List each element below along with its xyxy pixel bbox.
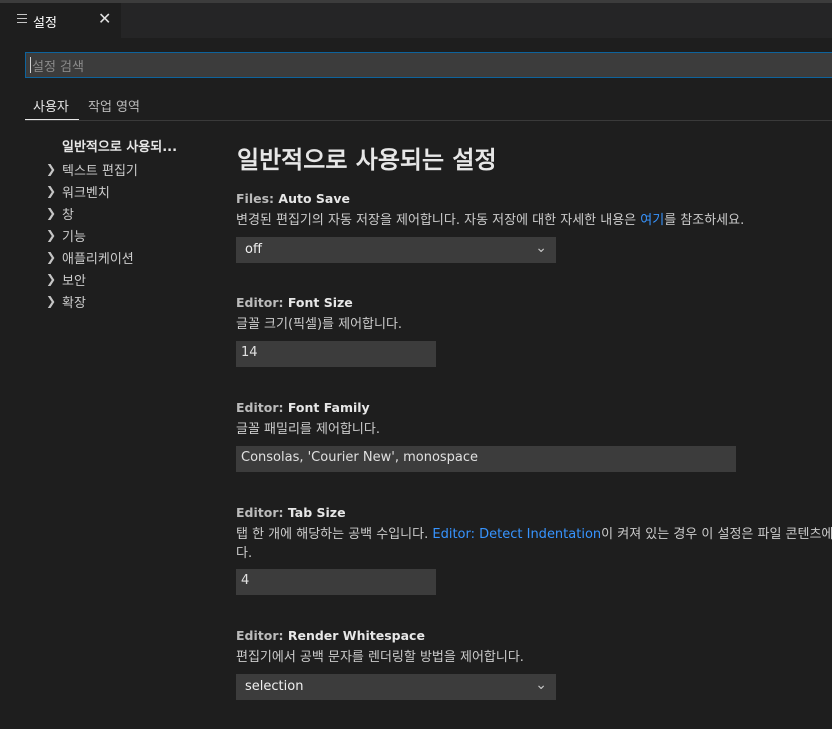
toc-item-label: 확장 — [62, 296, 86, 311]
tab-user[interactable]: 사용자 — [33, 96, 69, 115]
select-value: off — [245, 242, 262, 257]
setting-category: Editor: — [236, 505, 288, 520]
setting-font-family: Editor: Font Family 글꼴 패밀리를 제어합니다. — [236, 400, 832, 439]
setting-name: Font Size — [287, 295, 353, 310]
editor-tab-bar: 설정 ✕ — [0, 3, 832, 38]
select-value: selection — [245, 679, 304, 694]
setting-category: Editor: — [236, 400, 288, 415]
setting-description: 편집기에서 공백 문자를 렌더링할 방법을 제어합니다. — [236, 650, 524, 665]
page-title: 일반적으로 사용되는 설정 — [237, 146, 497, 174]
toc-item-label: 기능 — [62, 230, 86, 245]
setting-name: Font Family — [287, 400, 370, 415]
settings-file-icon — [17, 14, 27, 26]
chevron-down-icon: ⌄ — [535, 677, 547, 693]
setting-description: 탭 한 개에 해당하는 공백 수입니다. Editor: Detect Inde… — [236, 525, 832, 544]
toc-item-commonly-used[interactable]: 일반적으로 사용되... — [62, 136, 177, 155]
setting-name: Render Whitespace — [287, 628, 425, 643]
chevron-down-icon: ⌄ — [535, 240, 547, 256]
toc-item-label: 텍스트 편집기 — [62, 164, 138, 179]
toc-item-label: 애플리케이션 — [62, 252, 134, 267]
header-divider — [25, 120, 832, 121]
chevron-right-icon: ❯ — [46, 272, 57, 286]
search-placeholder: 설정 검색 — [32, 60, 84, 75]
toc-item-label: 워크벤치 — [62, 186, 110, 201]
tab-settings[interactable]: 설정 ✕ — [0, 3, 121, 38]
chevron-right-icon: ❯ — [46, 228, 57, 242]
setting-title: Editor: Render Whitespace — [236, 628, 832, 643]
setting-font-size: Editor: Font Size 글꼴 크기(픽셀)를 제어합니다. — [236, 295, 832, 334]
description-text: 를 참조하세요. — [664, 213, 745, 228]
setting-name: Auto Save — [278, 191, 350, 206]
close-icon[interactable]: ✕ — [98, 10, 111, 28]
setting-title: Files: Auto Save — [236, 191, 832, 206]
chevron-right-icon: ❯ — [46, 162, 57, 176]
setting-category: Editor: — [236, 295, 288, 310]
tab-workspace[interactable]: 작업 영역 — [88, 96, 140, 115]
chevron-right-icon: ❯ — [46, 184, 57, 198]
description-text: 탭 한 개에 해당하는 공백 수입니다. — [236, 527, 433, 542]
chevron-right-icon: ❯ — [46, 250, 57, 264]
chevron-right-icon: ❯ — [46, 206, 57, 220]
chevron-right-icon: ❯ — [46, 294, 57, 308]
font-family-input[interactable]: Consolas, 'Courier New', monospace — [236, 446, 736, 472]
description-text: 이 켜져 있는 경우 이 설정은 파일 콘텐츠에 — [601, 527, 832, 542]
setting-category: Files: — [236, 191, 279, 206]
toc-item-label: 창 — [62, 208, 74, 223]
description-link[interactable]: 여기 — [640, 213, 664, 228]
setting-render-whitespace: Editor: Render Whitespace 편집기에서 공백 문자를 렌… — [236, 628, 832, 667]
auto-save-select[interactable]: off ⌄ — [236, 237, 556, 263]
description-link[interactable]: Editor: Detect Indentation — [432, 527, 601, 542]
setting-title: Editor: Font Size — [236, 295, 832, 310]
setting-title: Editor: Tab Size — [236, 505, 832, 520]
setting-description: 글꼴 패밀리를 제어합니다. — [236, 422, 380, 437]
setting-title: Editor: Font Family — [236, 400, 832, 415]
setting-description: 변경된 편집기의 자동 저장을 제어합니다. 자동 저장에 대한 자세한 내용은… — [236, 211, 832, 230]
setting-auto-save: Files: Auto Save 변경된 편집기의 자동 저장을 제어합니다. … — [236, 191, 832, 230]
search-settings-input[interactable]: 설정 검색 — [25, 52, 832, 78]
setting-description-line2: 다. — [236, 546, 253, 561]
text-caret — [30, 57, 31, 73]
tab-label: 설정 — [33, 16, 57, 31]
description-text: 변경된 편집기의 자동 저장을 제어합니다. 자동 저장에 대한 자세한 내용은 — [236, 213, 641, 228]
setting-name: Tab Size — [287, 505, 346, 520]
render-whitespace-select[interactable]: selection ⌄ — [236, 674, 556, 700]
setting-tab-size: Editor: Tab Size 탭 한 개에 해당하는 공백 수입니다. Ed… — [236, 505, 832, 563]
setting-category: Editor: — [236, 628, 288, 643]
font-size-input[interactable]: 14 — [236, 341, 436, 367]
toc-item-label: 보안 — [62, 274, 86, 289]
setting-description: 글꼴 크기(픽셀)를 제어합니다. — [236, 317, 403, 332]
tab-size-input[interactable]: 4 — [236, 569, 436, 595]
